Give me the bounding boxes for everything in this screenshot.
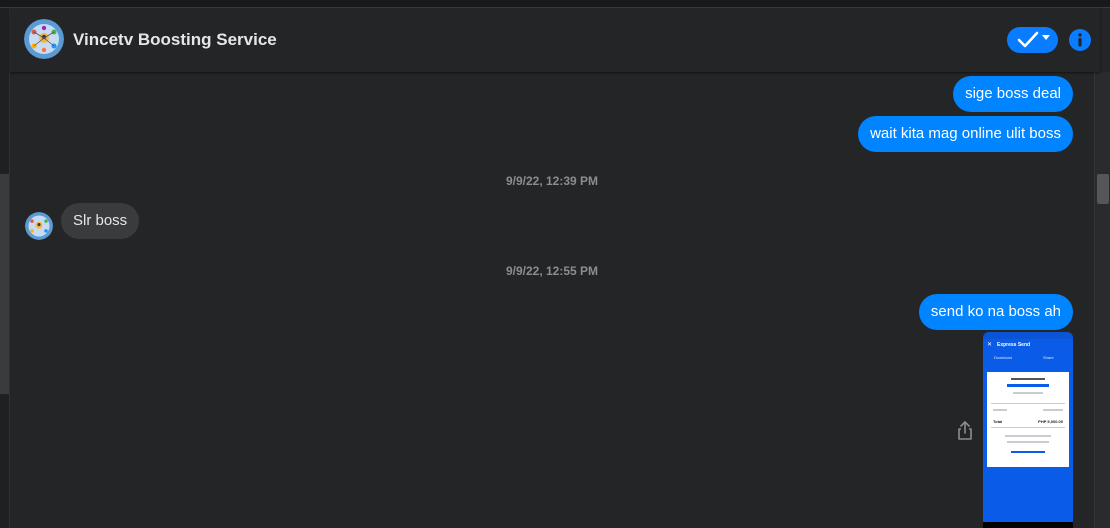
receipt-line bbox=[1011, 451, 1045, 453]
incoming-message[interactable]: Slr boss bbox=[61, 203, 140, 239]
status-dropdown-button[interactable] bbox=[1007, 27, 1058, 53]
conversation-title[interactable]: Vincetv Boosting Service bbox=[73, 30, 277, 50]
receipt-divider bbox=[991, 427, 1065, 428]
thread-scrollbar-thumb[interactable] bbox=[1097, 174, 1109, 204]
outgoing-message[interactable]: sige boss deal bbox=[953, 76, 1073, 112]
group-logo-icon[interactable] bbox=[24, 19, 64, 59]
receipt-line bbox=[993, 409, 1007, 411]
message-timestamp: 9/9/22, 12:39 PM bbox=[505, 174, 599, 188]
outgoing-message[interactable]: send ko na boss ah bbox=[918, 294, 1073, 330]
receipt-line bbox=[1007, 384, 1049, 387]
attachment-receipt: Total PHP 5,000.00 bbox=[987, 372, 1069, 467]
attachment-download-label: Download bbox=[994, 355, 1012, 360]
receipt-line bbox=[1013, 392, 1043, 394]
caret-down-icon bbox=[1042, 35, 1050, 40]
outgoing-message[interactable]: wait kita mag online ulit boss bbox=[858, 116, 1073, 152]
attachment-share-label: Share bbox=[1043, 355, 1054, 360]
check-icon bbox=[1017, 31, 1039, 48]
attachment-close-icon: ✕ bbox=[987, 342, 993, 348]
thread-scrollbar[interactable] bbox=[1094, 72, 1110, 528]
image-attachment[interactable]: ✕ Express Send Download Share Total PHP … bbox=[983, 332, 1073, 528]
left-scroll-thumb[interactable] bbox=[0, 174, 9, 394]
receipt-line bbox=[1011, 378, 1045, 380]
receipt-line bbox=[1043, 409, 1063, 411]
receipt-total-label: Total bbox=[993, 419, 1003, 424]
messenger-window: Vincetv Boosting Service sige boss deal … bbox=[0, 0, 1110, 528]
receipt-line bbox=[1005, 435, 1051, 437]
attachment-header-title: Express Send bbox=[997, 342, 1031, 348]
receipt-total-value: PHP 5,000.00 bbox=[1038, 419, 1063, 424]
left-scroll-rail bbox=[0, 8, 10, 528]
share-icon[interactable] bbox=[955, 420, 975, 442]
conversation-header: Vincetv Boosting Service bbox=[10, 8, 1100, 72]
message-thread[interactable]: sige boss deal wait kita mag online ulit… bbox=[10, 72, 1094, 528]
window-top-border bbox=[0, 0, 1110, 8]
info-icon[interactable] bbox=[1068, 28, 1092, 52]
message-timestamp: 9/9/22, 12:55 PM bbox=[505, 264, 599, 278]
sender-avatar[interactable] bbox=[25, 212, 53, 240]
attachment-bottom-bar bbox=[983, 522, 1073, 528]
receipt-divider bbox=[991, 403, 1065, 404]
attachment-statusbar bbox=[983, 332, 1073, 339]
receipt-line bbox=[1007, 441, 1049, 443]
